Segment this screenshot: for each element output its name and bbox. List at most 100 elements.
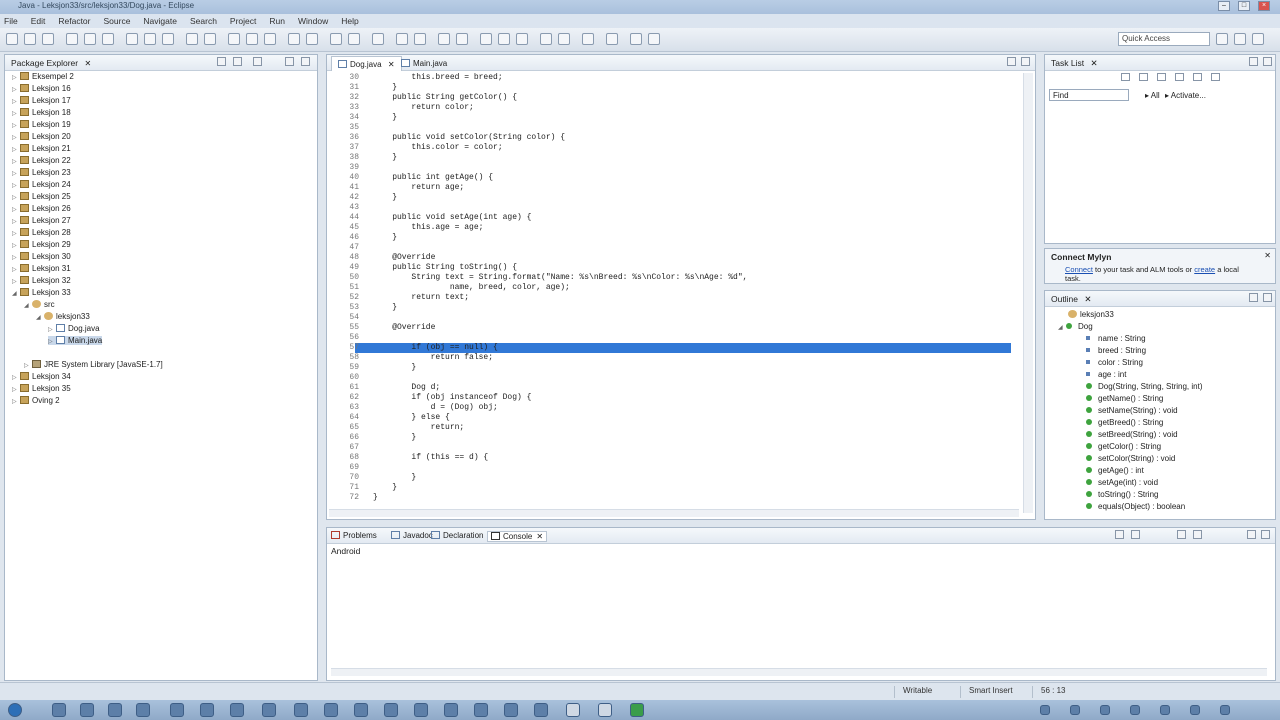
expand-icon[interactable]: ▷ [12, 242, 20, 249]
tray-icon[interactable] [1100, 705, 1110, 715]
step-return-icon[interactable] [516, 33, 528, 45]
menu-refactor[interactable]: Refactor [58, 16, 90, 26]
app-icon[interactable] [504, 703, 518, 717]
maximize-view-icon[interactable] [1263, 57, 1272, 66]
menu-project[interactable]: Project [230, 16, 256, 26]
categorized-icon[interactable] [1139, 73, 1148, 81]
app-icon[interactable] [414, 703, 428, 717]
tree-item-leksjon-30[interactable]: ▷ Leksjon 30 [12, 252, 71, 261]
expand-icon[interactable]: ▷ [12, 74, 20, 81]
tree-item-jre-library[interactable]: ▷ JRE System Library [JavaSE-1.7] [24, 360, 163, 369]
outline-class[interactable]: ◢ Dog [1058, 322, 1093, 331]
expand-icon[interactable]: ▷ [12, 194, 20, 201]
tree-item-leksjon-32[interactable]: ▷ Leksjon 32 [12, 276, 71, 285]
expand-icon[interactable]: ▷ [12, 398, 20, 405]
maximize-view-icon[interactable] [1261, 530, 1270, 539]
collapse-icon[interactable]: ◢ [36, 314, 44, 321]
vertical-scrollbar[interactable] [1023, 73, 1033, 513]
outline-member[interactable]: getAge() : int [1086, 466, 1144, 475]
last-edit-icon[interactable] [606, 33, 618, 45]
collapse-all-icon[interactable] [217, 57, 226, 66]
outline-member[interactable]: setColor(String) : void [1086, 454, 1175, 463]
close-icon[interactable]: × [1258, 1, 1270, 11]
expand-icon[interactable]: ▷ [48, 326, 56, 333]
maximize-view-icon[interactable] [1021, 57, 1030, 66]
expand-icon[interactable]: ▷ [12, 266, 20, 273]
tree-item-leksjon-16[interactable]: ▷ Leksjon 16 [12, 84, 71, 93]
new-icon[interactable] [6, 33, 18, 45]
menu-window[interactable]: Window [298, 16, 328, 26]
terminate-icon[interactable] [456, 33, 468, 45]
app-icon[interactable] [384, 703, 398, 717]
lint-icon[interactable] [372, 33, 384, 45]
horizontal-scrollbar[interactable] [329, 509, 1019, 517]
expand-icon[interactable]: ▷ [12, 218, 20, 225]
expand-icon[interactable]: ▷ [12, 278, 20, 285]
app-icon[interactable] [108, 703, 122, 717]
menu-help[interactable]: Help [341, 16, 358, 26]
filter-icon[interactable] [1175, 73, 1184, 81]
menu-file[interactable]: File [4, 16, 18, 26]
console-scrollbar[interactable] [331, 668, 1267, 676]
minimize-icon[interactable]: – [1218, 1, 1230, 11]
tray-icon[interactable] [1070, 705, 1080, 715]
app-icon[interactable] [534, 703, 548, 717]
external-tools-icon[interactable] [102, 33, 114, 45]
connect-link[interactable]: Connect [1065, 265, 1093, 274]
save-icon[interactable] [24, 33, 36, 45]
tab-declaration[interactable]: Declaration [431, 531, 483, 540]
run-icon[interactable] [84, 33, 96, 45]
create-link[interactable]: create [1194, 265, 1215, 274]
tree-item-leksjon-18[interactable]: ▷ Leksjon 18 [12, 108, 71, 117]
maximize-view-icon[interactable] [1263, 293, 1272, 302]
collapse-icon[interactable]: ◢ [24, 302, 32, 309]
app-icon[interactable] [294, 703, 308, 717]
outline-member[interactable]: getColor() : String [1086, 442, 1161, 451]
outline-member[interactable]: name : String [1086, 334, 1146, 343]
menu-run[interactable]: Run [269, 16, 285, 26]
use-step-filters-icon[interactable] [558, 33, 570, 45]
minimize-view-icon[interactable] [285, 57, 294, 66]
minimize-view-icon[interactable] [1249, 293, 1258, 302]
start-icon[interactable] [8, 703, 22, 717]
tree-item-leksjon-17[interactable]: ▷ Leksjon 17 [12, 96, 71, 105]
resume-icon[interactable] [414, 33, 426, 45]
tree-item-main-java[interactable]: ▷ Main.java [48, 336, 103, 345]
minimize-view-icon[interactable] [1249, 57, 1258, 66]
tray-icon[interactable] [1190, 705, 1200, 715]
outline-member[interactable]: age : int [1086, 370, 1126, 379]
tree-item-leksjon-25[interactable]: ▷ Leksjon 25 [12, 192, 71, 201]
suspend-icon[interactable] [438, 33, 450, 45]
app-icon[interactable] [474, 703, 488, 717]
pin-console-icon[interactable] [1131, 530, 1140, 539]
collapse-icon[interactable]: ◢ [1058, 324, 1066, 331]
outline-member[interactable]: getBreed() : String [1086, 418, 1163, 427]
expand-icon[interactable]: ▷ [12, 206, 20, 213]
tab-dog-java[interactable]: Dog.java ✕ [331, 56, 402, 71]
app-icon[interactable] [262, 703, 276, 717]
tree-item-leksjon-21[interactable]: ▷ Leksjon 21 [12, 144, 71, 153]
expand-icon[interactable]: ▷ [48, 338, 56, 345]
code-area[interactable]: 30 this.breed = breed; 31 } 32 public Stri… [327, 73, 1019, 513]
find-input[interactable]: Find [1049, 89, 1129, 101]
synchronize-icon[interactable] [1211, 73, 1220, 81]
tree-item-leksjon-20[interactable]: ▷ Leksjon 20 [12, 132, 71, 141]
drop-frame-icon[interactable] [540, 33, 552, 45]
view-menu-icon[interactable] [253, 57, 262, 66]
link-editor-icon[interactable] [233, 57, 242, 66]
debug-icon[interactable] [66, 33, 78, 45]
minimize-view-icon[interactable] [1247, 530, 1256, 539]
expand-icon[interactable]: ▷ [12, 254, 20, 261]
outline-member[interactable]: getName() : String [1086, 394, 1163, 403]
close-icon[interactable]: ✕ [536, 532, 543, 541]
new-package-icon[interactable] [144, 33, 156, 45]
tree-item-leksjon-22[interactable]: ▷ Leksjon 22 [12, 156, 71, 165]
outline-member[interactable]: toString() : String [1086, 490, 1158, 499]
app-icon[interactable] [200, 703, 214, 717]
app-icon[interactable] [136, 703, 150, 717]
tray-icon[interactable] [1220, 705, 1230, 715]
app-icon[interactable] [324, 703, 338, 717]
open-console-icon[interactable] [1177, 530, 1186, 539]
tab-console[interactable]: Console ✕ [487, 531, 548, 542]
all-button[interactable]: ▸ All [1145, 91, 1160, 100]
